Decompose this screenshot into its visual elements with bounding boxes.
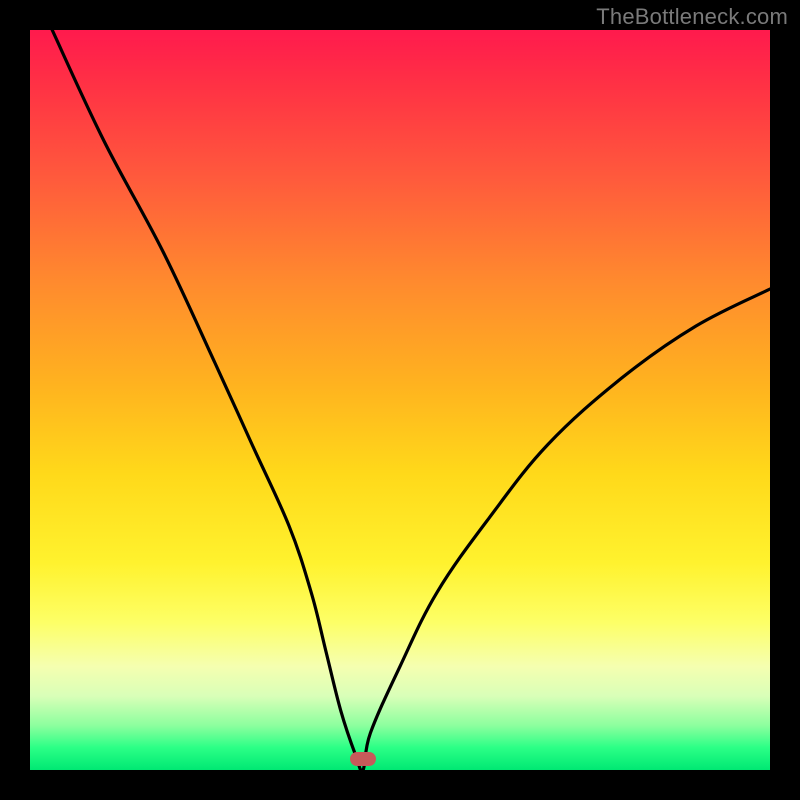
plot-area (30, 30, 770, 770)
watermark-text: TheBottleneck.com (596, 4, 788, 30)
curve-svg (30, 30, 770, 770)
bottleneck-marker (350, 752, 376, 766)
chart-frame: TheBottleneck.com (0, 0, 800, 800)
curve-path (52, 30, 770, 770)
